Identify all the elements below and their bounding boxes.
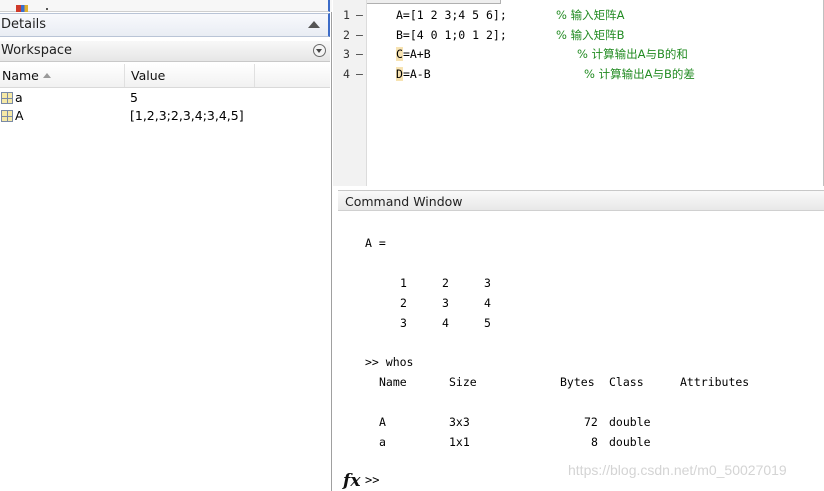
variable-grid-icon — [1, 110, 13, 122]
code-comment: % 输入矩阵B — [556, 28, 625, 42]
code-comment: % 计算输出A与B的差 — [584, 67, 695, 81]
variable-value: 5 — [130, 90, 138, 105]
column-header-value[interactable]: Value — [125, 64, 255, 87]
breakpoint-marker[interactable]: — — [356, 25, 363, 45]
workspace-table-header: Name Value — [0, 64, 330, 88]
code-line[interactable]: 3 — C=A+B % 计算输出A与B的和 — [333, 44, 824, 64]
line-number: 3 — [343, 47, 350, 61]
code-line[interactable]: 2 — B=[4 0 1;0 1 2]; % 输入矩阵B — [333, 25, 824, 45]
file-type-icon — [16, 5, 28, 12]
code-line[interactable]: 1 — A=[1 2 3;4 5 6]; % 输入矩阵A — [333, 5, 824, 25]
highlighted-variable: C — [396, 47, 403, 61]
highlighted-variable: D — [396, 67, 403, 81]
details-pane-title: Details — [1, 17, 47, 32]
whos-header-attributes: Attributes — [680, 375, 750, 389]
whos-cell-size: 3x3 — [449, 415, 470, 429]
details-pane-header[interactable]: Details — [0, 13, 330, 37]
matrix-cell: 1 — [400, 276, 407, 290]
column-header-value-label: Value — [131, 68, 166, 83]
whos-cell-class: double — [609, 415, 651, 429]
workspace-pane-header: Workspace — [0, 41, 330, 62]
whos-header-bytes: Bytes — [560, 375, 595, 389]
variable-name: a — [15, 90, 23, 105]
code-comment: % 计算输出A与B的和 — [577, 47, 688, 61]
fx-function-icon[interactable]: fx — [343, 471, 360, 491]
matrix-cell: 3 — [400, 316, 407, 330]
workspace-pane-title: Workspace — [1, 43, 73, 58]
column-header-name[interactable]: Name — [0, 64, 125, 87]
watermark-text: https://blog.csdn.net/m0_50027019 — [568, 462, 787, 478]
workspace-row[interactable]: A [1,2,3;2,3,4;3,4,5] — [0, 107, 330, 125]
code-text-rest: =A+B — [402, 47, 431, 61]
panel-menu-icon[interactable] — [313, 44, 326, 57]
whos-header-size: Size — [449, 375, 477, 389]
whos-header-name: Name — [379, 375, 407, 389]
code-text: A=[1 2 3;4 5 6]; — [396, 8, 507, 22]
output-variable-label: A = — [365, 236, 386, 250]
code-editor[interactable]: 1 — A=[1 2 3;4 5 6]; % 输入矩阵A 2 — B=[4 0 … — [333, 0, 824, 186]
code-line[interactable]: 4 — D=A-B % 计算输出A与B的差 — [333, 64, 824, 84]
command-window-header: Command Window — [338, 190, 824, 211]
whos-cell-bytes: 72 — [584, 415, 598, 429]
line-number: 2 — [343, 28, 350, 42]
matrix-cell: 2 — [442, 276, 449, 290]
matrix-cell: 4 — [442, 316, 449, 330]
matrix-cell: 3 — [442, 296, 449, 310]
code-comment: % 输入矩阵A — [556, 8, 625, 22]
breakpoint-marker[interactable]: — — [356, 5, 363, 25]
line-number: 1 — [343, 8, 350, 22]
breakpoint-marker[interactable]: — — [356, 44, 363, 64]
whos-cell-name: a — [379, 435, 386, 449]
whos-cell-bytes: 8 — [591, 435, 598, 449]
whos-cell-size: 1x1 — [449, 435, 470, 449]
code-text-rest: =A-B — [402, 67, 431, 81]
command-window[interactable]: A = 1 2 3 2 3 4 3 4 5 >> whos Name Size … — [338, 211, 824, 491]
column-header-name-label: Name — [2, 68, 39, 83]
whos-cell-class: double — [609, 435, 651, 449]
code-text: B=[4 0 1;0 1 2]; — [396, 28, 507, 42]
command-window-title: Command Window — [345, 194, 463, 209]
current-folder-border — [0, 0, 330, 12]
sort-ascending-icon — [42, 73, 51, 78]
variable-grid-icon — [1, 92, 13, 104]
code-text: D=A-B — [396, 64, 431, 84]
workspace-row[interactable]: a 5 — [0, 89, 330, 107]
whos-command: >> whos — [365, 355, 414, 369]
line-number: 4 — [343, 67, 350, 81]
matrix-cell: 5 — [484, 316, 491, 330]
truncated-file-label — [46, 8, 48, 10]
code-text: C=A+B — [396, 44, 431, 64]
variable-name: A — [15, 108, 24, 123]
editor-tab-edge — [361, 0, 501, 4]
matrix-cell: 2 — [400, 296, 407, 310]
matrix-cell: 4 — [484, 296, 491, 310]
variable-value: [1,2,3;2,3,4;3,4,5] — [130, 108, 244, 123]
command-prompt[interactable]: >> — [365, 473, 379, 487]
left-panel: Details Workspace Name Value a 5 A [1,2,… — [0, 0, 332, 491]
whos-header-class: Class — [609, 375, 644, 389]
matrix-cell: 3 — [484, 276, 491, 290]
collapse-caret-icon[interactable] — [308, 21, 320, 28]
current-folder-strip — [0, 0, 332, 12]
breakpoint-marker[interactable]: — — [356, 64, 363, 84]
whos-cell-name: A — [379, 415, 386, 429]
